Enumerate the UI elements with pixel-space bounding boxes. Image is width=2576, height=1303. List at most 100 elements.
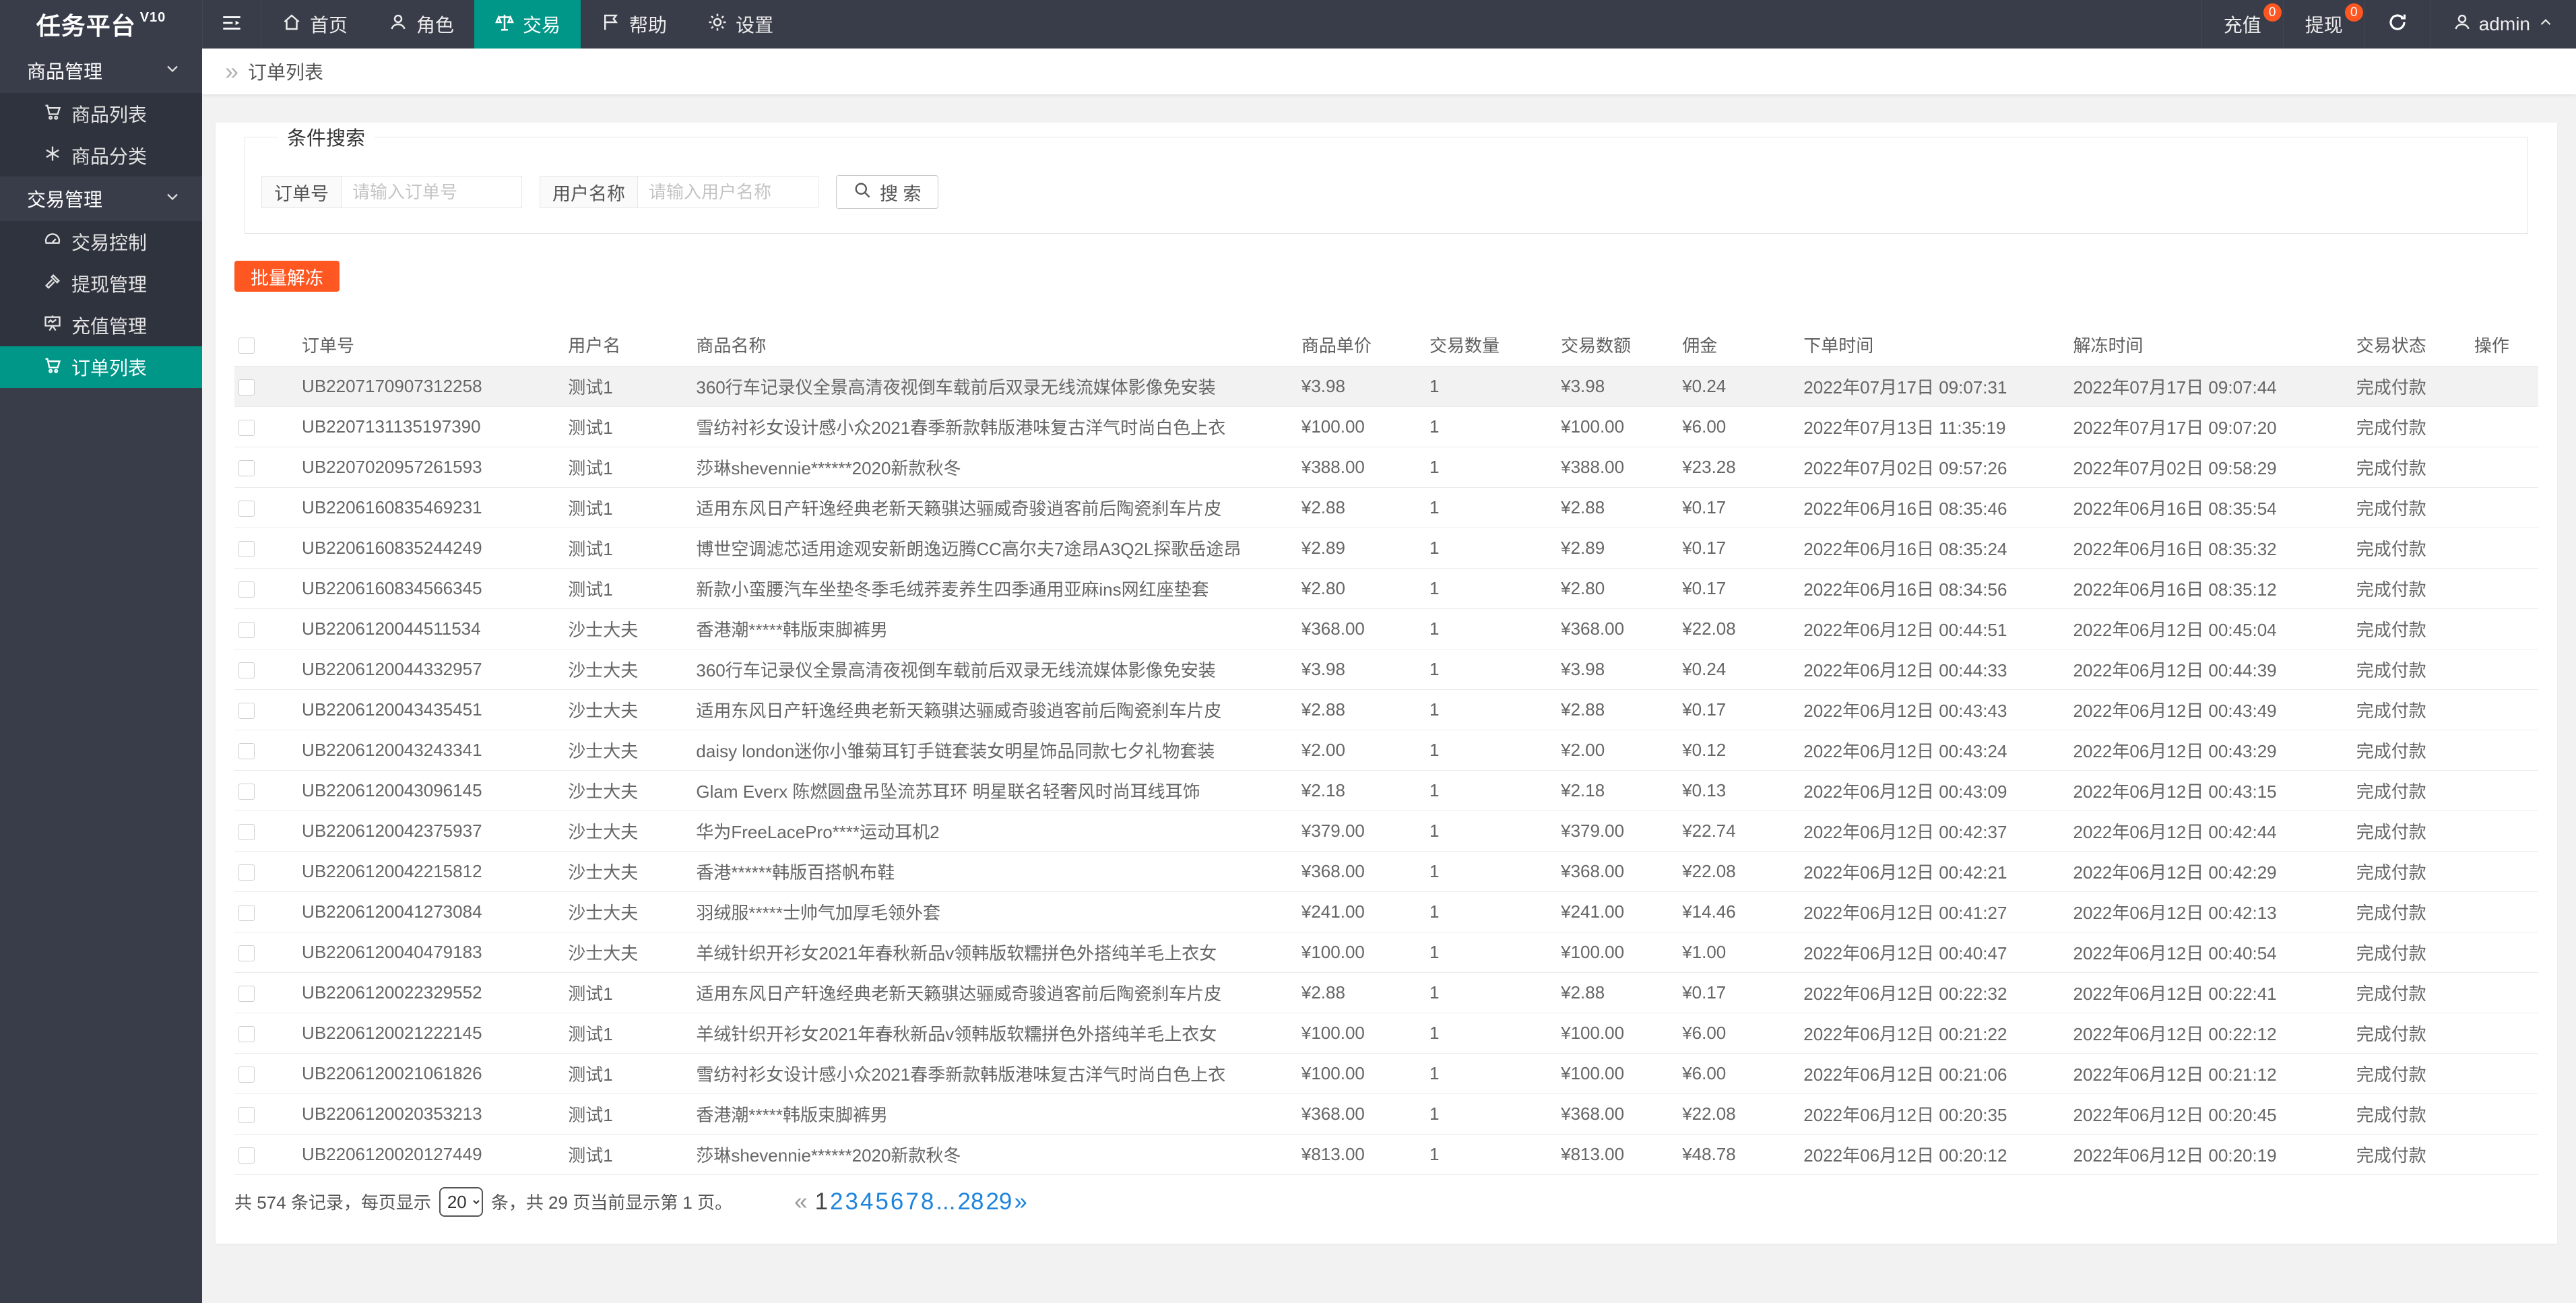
page-link[interactable]: 8 — [921, 1188, 934, 1215]
search-button[interactable]: 搜 索 — [836, 175, 938, 209]
order-no-cell: UB2206120042215812 — [295, 851, 562, 892]
qty-cell: 1 — [1423, 1013, 1555, 1054]
select-all-checkbox[interactable] — [238, 338, 255, 354]
unfrozen-at-cell: 2022年06月12日 00:42:29 — [2066, 851, 2350, 892]
table-row: UB2207020957261593 测试1 莎琳shevennie******… — [234, 447, 2538, 488]
nav-item-trade[interactable]: 交易 — [474, 0, 581, 49]
amount-cell: ¥368.00 — [1554, 851, 1676, 892]
page-link[interactable]: 28 — [958, 1188, 984, 1215]
row-checkbox-cell — [234, 972, 296, 1013]
order-no-cell: UB2206120022329552 — [295, 972, 562, 1013]
commission-cell: ¥6.00 — [1675, 406, 1797, 447]
order-no-input[interactable] — [342, 176, 522, 208]
actions-cell — [2467, 487, 2538, 528]
row-checkbox[interactable] — [238, 904, 255, 921]
sidebar-item-recharge-mgmt[interactable]: 充值管理 — [0, 305, 202, 346]
page-size-select[interactable]: 20 — [439, 1186, 483, 1217]
recharge-button[interactable]: 充值 0 — [2201, 0, 2283, 49]
unit-price-cell: ¥100.00 — [1294, 1013, 1423, 1054]
actions-cell — [2467, 972, 2538, 1013]
username-input[interactable] — [638, 176, 818, 208]
row-checkbox[interactable] — [238, 1025, 255, 1042]
sidebar-item-withdraw-mgmt[interactable]: 提现管理 — [0, 263, 202, 305]
created-at-cell: 2022年06月12日 00:21:22 — [1797, 1013, 2067, 1054]
row-checkbox[interactable] — [238, 823, 255, 840]
table-row: UB2206120021061826 测试1 雪纺衬衫女设计感小众2021春季新… — [234, 1053, 2538, 1094]
unfrozen-at-cell: 2022年06月12日 00:43:29 — [2066, 730, 2350, 771]
sidebar-item-product-category[interactable]: 商品分类 — [0, 135, 202, 177]
page-link[interactable]: 2 — [830, 1188, 843, 1215]
nav-item-home[interactable]: 首页 — [261, 0, 368, 49]
row-checkbox-cell — [234, 932, 296, 973]
row-checkbox[interactable] — [238, 1106, 255, 1123]
row-checkbox[interactable] — [238, 621, 255, 638]
unfrozen-at-cell: 2022年06月16日 08:35:12 — [2066, 568, 2350, 609]
page-link[interactable]: « — [794, 1188, 807, 1215]
col-status: 交易状态 — [2349, 324, 2468, 367]
user-menu[interactable]: admin — [2429, 0, 2576, 49]
row-checkbox[interactable] — [238, 742, 255, 759]
sidebar-toggle-button[interactable] — [202, 0, 261, 49]
search-panel-legend: 条件搜索 — [287, 128, 366, 150]
row-checkbox[interactable] — [238, 1066, 255, 1083]
qty-cell: 1 — [1423, 689, 1555, 730]
page-link[interactable]: 3 — [845, 1188, 858, 1215]
row-checkbox[interactable] — [238, 702, 255, 719]
row-checkbox[interactable] — [238, 662, 255, 678]
table-footer: 共 574 条记录，每页显示 20 条，共 29 页当前显示第 1 页。 « 1… — [234, 1186, 2538, 1217]
commission-cell: ¥0.12 — [1675, 730, 1797, 771]
order-no-cell: UB2206120020353213 — [295, 1093, 562, 1135]
row-checkbox-cell — [234, 608, 296, 649]
page-link[interactable]: 1 — [815, 1188, 828, 1215]
username-cell: 沙士大夫 — [561, 770, 690, 811]
row-checkbox[interactable] — [238, 459, 255, 476]
row-checkbox[interactable] — [238, 945, 255, 961]
refresh-button[interactable] — [2364, 0, 2430, 49]
product-cell: 360行车记录仪全景高清夜视倒车载前后双录无线流媒体影像免安装 — [689, 649, 1295, 690]
row-checkbox[interactable] — [238, 1147, 255, 1164]
nav-item-settings[interactable]: 设置 — [687, 0, 794, 49]
page-link[interactable]: 6 — [891, 1188, 903, 1215]
commission-cell: ¥0.13 — [1675, 770, 1797, 811]
page-link[interactable]: » — [1014, 1188, 1027, 1215]
page-link[interactable]: 5 — [875, 1188, 888, 1215]
table-row: UB2206120042215812 沙士大夫 香港******韩版百搭帆布鞋 … — [234, 851, 2538, 892]
hamburger-icon — [220, 11, 243, 38]
actions-cell — [2467, 649, 2538, 690]
created-at-cell: 2022年06月12日 00:21:06 — [1797, 1053, 2067, 1094]
username-cell: 沙士大夫 — [561, 608, 690, 649]
row-checkbox[interactable] — [238, 985, 255, 1002]
row-checkbox[interactable] — [238, 783, 255, 800]
row-checkbox[interactable] — [238, 864, 255, 881]
page-link[interactable]: 4 — [860, 1188, 873, 1215]
batch-unfreeze-button[interactable]: 批量解冻 — [234, 261, 340, 292]
row-checkbox[interactable] — [238, 500, 255, 517]
row-checkbox[interactable] — [238, 419, 255, 436]
page-link[interactable]: 29 — [986, 1188, 1012, 1215]
nav-item-help[interactable]: 帮助 — [581, 0, 687, 49]
sidebar-group-trade[interactable]: 交易管理 — [0, 177, 202, 221]
withdraw-button[interactable]: 提现 0 — [2282, 0, 2364, 49]
username-cell: 沙士大夫 — [561, 649, 690, 690]
page-link[interactable]: 7 — [905, 1188, 918, 1215]
unit-price-cell: ¥813.00 — [1294, 1134, 1423, 1175]
app-logo: 任务平台 V10 — [0, 0, 202, 49]
sidebar-item-product-list[interactable]: 商品列表 — [0, 93, 202, 135]
actions-cell — [2467, 689, 2538, 730]
product-cell: 羊绒针织开衫女2021年春秋新品v领韩版软糯拼色外搭纯羊毛上衣女 — [689, 932, 1295, 973]
row-checkbox[interactable] — [238, 379, 255, 395]
sidebar-item-trade-control[interactable]: 交易控制 — [0, 221, 202, 263]
actions-cell — [2467, 528, 2538, 569]
qty-cell: 1 — [1423, 487, 1555, 528]
unit-price-cell: ¥100.00 — [1294, 1053, 1423, 1094]
row-checkbox[interactable] — [238, 540, 255, 557]
order-no-cell: UB2206120042375937 — [295, 811, 562, 852]
qty-cell: 1 — [1423, 851, 1555, 892]
sidebar-group-products[interactable]: 商品管理 — [0, 49, 202, 93]
unfrozen-at-cell: 2022年07月02日 09:58:29 — [2066, 447, 2350, 488]
nav-item-role[interactable]: 角色 — [368, 0, 474, 49]
row-checkbox[interactable] — [238, 581, 255, 598]
page-link[interactable]: ... — [936, 1188, 955, 1215]
sidebar-item-order-list[interactable]: 订单列表 — [0, 346, 202, 388]
row-checkbox-cell — [234, 649, 296, 690]
